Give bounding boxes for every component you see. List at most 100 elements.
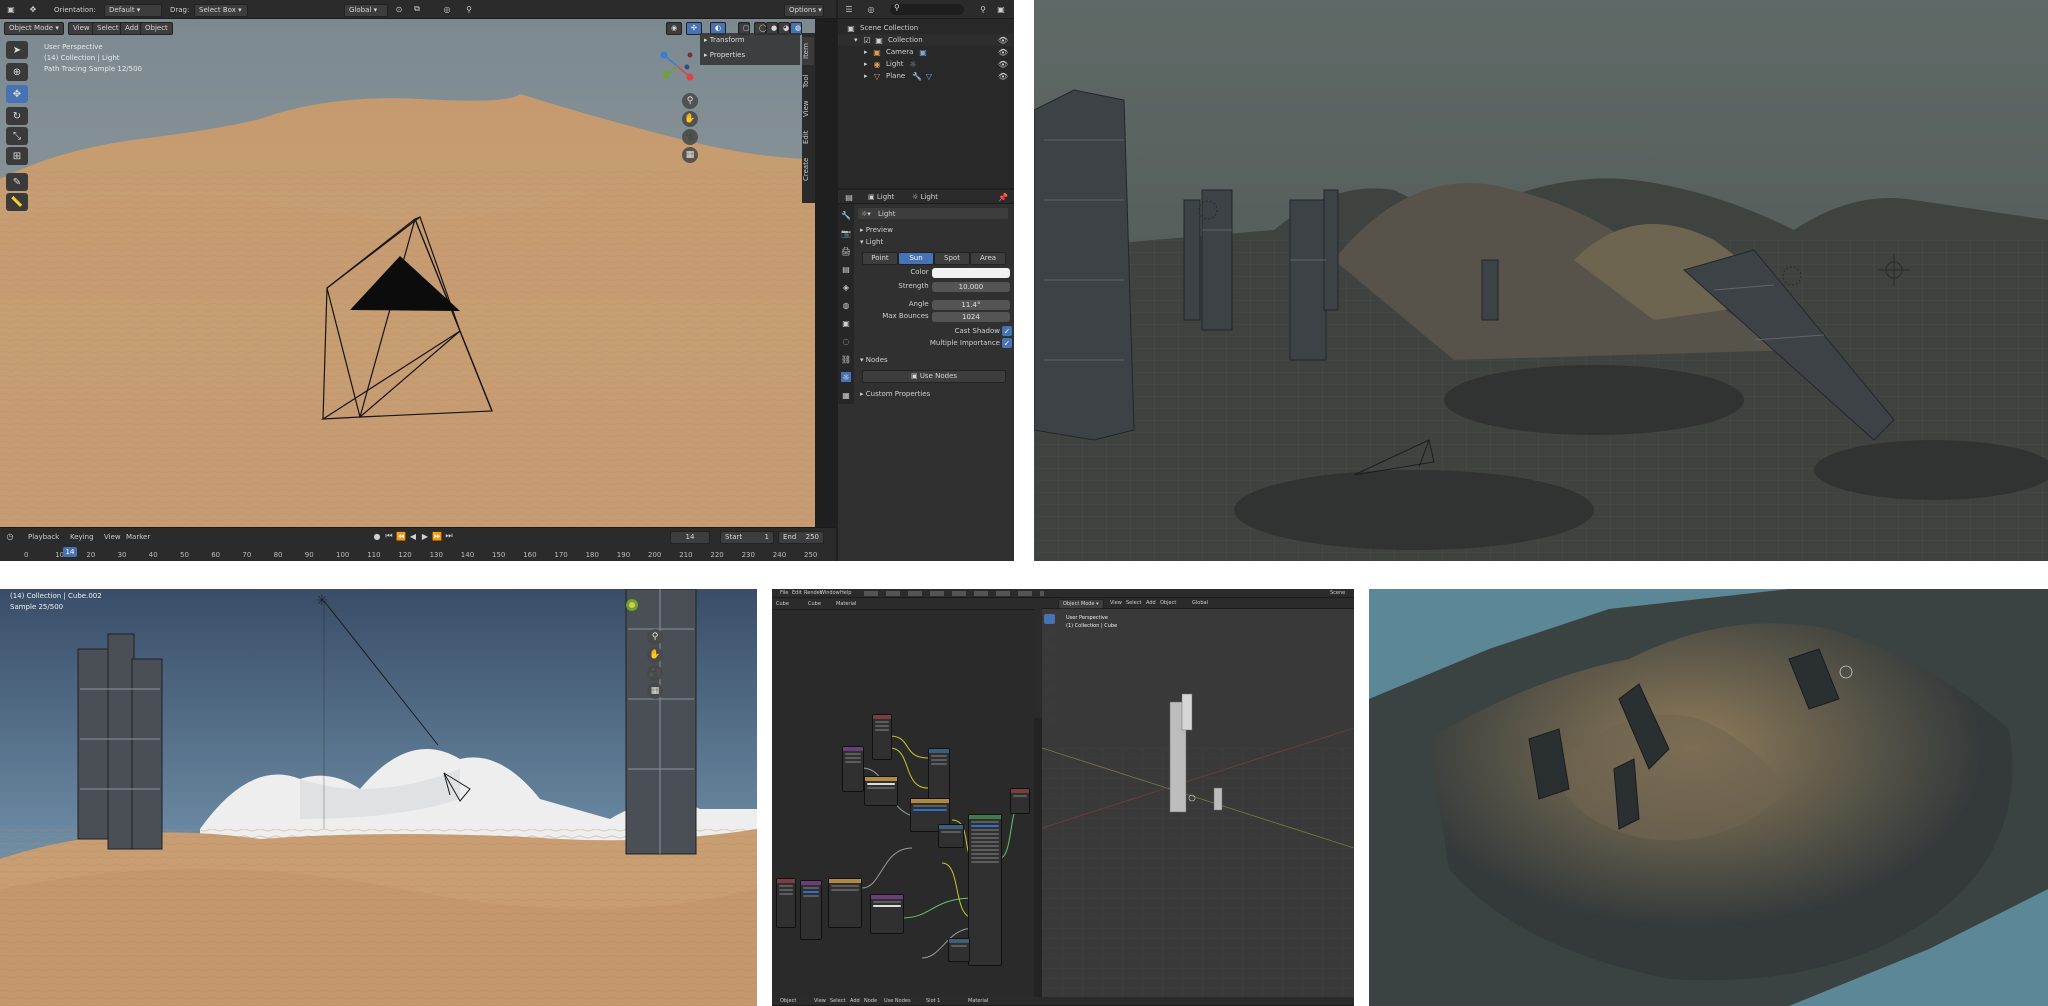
output-tab-icon[interactable]: 🖨 bbox=[841, 246, 851, 256]
datablock-selector[interactable]: ☼▾ Light bbox=[858, 208, 1008, 219]
annotate-tool[interactable]: ✎ bbox=[6, 173, 28, 191]
menu-select-small[interactable]: Select bbox=[1126, 600, 1141, 606]
tab-create[interactable]: Create bbox=[802, 153, 814, 185]
tab-item[interactable]: Item bbox=[802, 37, 814, 65]
move-tool-small[interactable] bbox=[1044, 642, 1055, 652]
grid-icon[interactable]: ▦ bbox=[647, 683, 663, 699]
constraints-tab-icon[interactable]: ⛓ bbox=[841, 354, 851, 364]
axis-gizmo[interactable] bbox=[652, 41, 702, 91]
scene-tab-icon[interactable]: ◈ bbox=[841, 282, 851, 292]
multiple-importance-checkbox[interactable]: ✓ bbox=[1002, 338, 1012, 348]
footer-node[interactable]: Node bbox=[864, 998, 877, 1004]
light-type-sun[interactable]: Sun bbox=[898, 252, 934, 265]
timeline-editor-icon[interactable]: ◷ bbox=[5, 531, 15, 541]
light-data-icon[interactable]: ☼ bbox=[908, 59, 918, 69]
node-material-output[interactable] bbox=[1010, 788, 1030, 814]
display-mode-icon[interactable]: ◎ bbox=[866, 4, 876, 14]
angle-field[interactable]: 11.4° bbox=[931, 300, 1010, 310]
next-key-icon[interactable]: ⏩ bbox=[432, 531, 442, 541]
eye-icon[interactable]: 👁 bbox=[998, 35, 1008, 45]
transform-tool[interactable]: ⊞ bbox=[6, 147, 28, 165]
select-tool[interactable]: ➤ bbox=[6, 41, 28, 59]
menu-playback[interactable]: Playback bbox=[28, 533, 59, 541]
record-icon[interactable]: ● bbox=[372, 531, 382, 541]
eye-icon[interactable]: 👁 bbox=[998, 47, 1008, 57]
render-tab-icon[interactable]: 📷 bbox=[841, 228, 851, 238]
transform-tool-small[interactable] bbox=[1044, 684, 1055, 694]
view-layer-tab-icon[interactable]: ▤ bbox=[841, 264, 851, 274]
outliner-row-light[interactable]: ▸ ◉ Light ☼ 👁 bbox=[838, 58, 1014, 70]
outliner-row-scene[interactable]: ▣ Scene Collection bbox=[838, 22, 1014, 34]
transform-small[interactable]: Global bbox=[1192, 600, 1208, 606]
options-dropdown[interactable]: Options ▾ bbox=[784, 4, 824, 17]
filter-icon[interactable]: ⚲ bbox=[464, 4, 474, 14]
footer-object[interactable]: Object bbox=[780, 998, 796, 1004]
camera-icon[interactable]: 🎥 bbox=[647, 665, 663, 681]
menu-keying[interactable]: Keying bbox=[70, 533, 94, 541]
prev-key-icon[interactable]: ⏪ bbox=[396, 531, 406, 541]
playhead[interactable]: 14 bbox=[63, 547, 77, 557]
viewport-3d[interactable]: Object Mode ▾ View Select Add Object ◉ ✣… bbox=[0, 19, 815, 527]
properties-editor-icon[interactable]: ▤ bbox=[844, 192, 854, 202]
mesh-data-icon[interactable]: ▽ bbox=[924, 71, 934, 81]
menu-object[interactable]: Object bbox=[140, 22, 173, 35]
cast-shadow-checkbox[interactable]: ✓ bbox=[1002, 326, 1012, 336]
snap-icon[interactable]: ⧉ bbox=[412, 4, 422, 14]
light-data-tab-icon[interactable]: ☼ bbox=[841, 372, 851, 382]
menu-view[interactable]: View bbox=[68, 22, 95, 35]
node-bump[interactable] bbox=[870, 894, 904, 934]
menu-marker[interactable]: Marker bbox=[126, 533, 150, 541]
footer-slot[interactable]: Slot 1 bbox=[926, 998, 940, 1004]
scale-tool-small[interactable] bbox=[1044, 670, 1055, 680]
pin-icon[interactable]: 📌 bbox=[998, 192, 1008, 202]
menu-add-small[interactable]: Add bbox=[1146, 600, 1156, 606]
orientation-dropdown[interactable]: Default ▾ bbox=[104, 4, 162, 17]
menu-help[interactable]: Help bbox=[840, 590, 851, 596]
tab-edit[interactable]: Edit bbox=[802, 125, 814, 149]
scale-tool[interactable]: ⤡ bbox=[6, 127, 28, 145]
workspace-tabs[interactable] bbox=[864, 591, 1044, 596]
current-frame-field[interactable]: 14 bbox=[670, 531, 710, 544]
jump-start-icon[interactable]: ⏮ bbox=[384, 531, 394, 541]
footer-view[interactable]: View bbox=[814, 998, 826, 1004]
hand-icon[interactable]: ✋ bbox=[682, 111, 698, 127]
eye-icon[interactable]: 👁 bbox=[998, 71, 1008, 81]
camera-icon[interactable]: 🎥 bbox=[682, 129, 698, 145]
nodes-panel[interactable]: ▾ Nodes bbox=[860, 356, 888, 364]
node-input-2[interactable] bbox=[800, 880, 822, 940]
new-collection-icon[interactable]: ▣ bbox=[996, 4, 1006, 14]
rotate-tool[interactable]: ↻ bbox=[6, 107, 28, 125]
menu-object-small[interactable]: Object bbox=[1160, 600, 1176, 606]
expand-icon[interactable]: ▾ bbox=[854, 36, 858, 44]
node-principled-bsdf[interactable] bbox=[968, 814, 1002, 966]
preview-panel[interactable]: ▸ Preview bbox=[860, 226, 893, 234]
light-panel[interactable]: ▾ Light bbox=[860, 238, 883, 246]
light-type-spot[interactable]: Spot bbox=[934, 252, 970, 265]
menu-edit[interactable]: Edit bbox=[792, 590, 802, 596]
footer-select[interactable]: Select bbox=[830, 998, 845, 1004]
node-color-ramp[interactable] bbox=[938, 824, 964, 848]
bounces-field[interactable]: 1024 bbox=[931, 312, 1010, 322]
cursor-tool[interactable]: ⊕ bbox=[6, 63, 28, 81]
transform-tool-icon[interactable]: ✥ bbox=[28, 4, 38, 14]
menu-view-timeline[interactable]: View bbox=[104, 533, 121, 541]
outliner-row-collection[interactable]: ▾ ☑ ▣ Collection 👁 bbox=[838, 34, 1014, 46]
physics-tab-icon[interactable]: ◌ bbox=[841, 336, 851, 346]
footer-material[interactable]: Material bbox=[968, 998, 988, 1004]
proportional-icon[interactable]: ◎ bbox=[442, 4, 452, 14]
play-reverse-icon[interactable]: ◀ bbox=[408, 531, 418, 541]
hand-icon[interactable]: ✋ bbox=[647, 647, 663, 663]
select-tool-small[interactable] bbox=[1044, 614, 1055, 624]
use-nodes-button[interactable]: ▣ Use Nodes bbox=[862, 370, 1006, 383]
zoom-icon[interactable]: ⚲ bbox=[647, 629, 663, 645]
editor-type-icon[interactable]: ▣ bbox=[6, 4, 16, 14]
npanel-properties[interactable]: ▸ Properties bbox=[704, 51, 745, 59]
expand-icon[interactable]: ▸ bbox=[864, 72, 868, 80]
mode-dropdown[interactable]: Object Mode ▾ bbox=[4, 22, 64, 35]
light-type-point[interactable]: Point bbox=[862, 252, 898, 265]
annotate-tool-small[interactable] bbox=[1044, 702, 1055, 712]
texture-tab-icon[interactable]: ▦ bbox=[841, 390, 851, 400]
transform-orientation-dropdown[interactable]: Global ▾ bbox=[344, 4, 388, 17]
tool-tab-icon[interactable]: 🔧 bbox=[841, 210, 851, 220]
node-mapping[interactable] bbox=[842, 746, 864, 792]
